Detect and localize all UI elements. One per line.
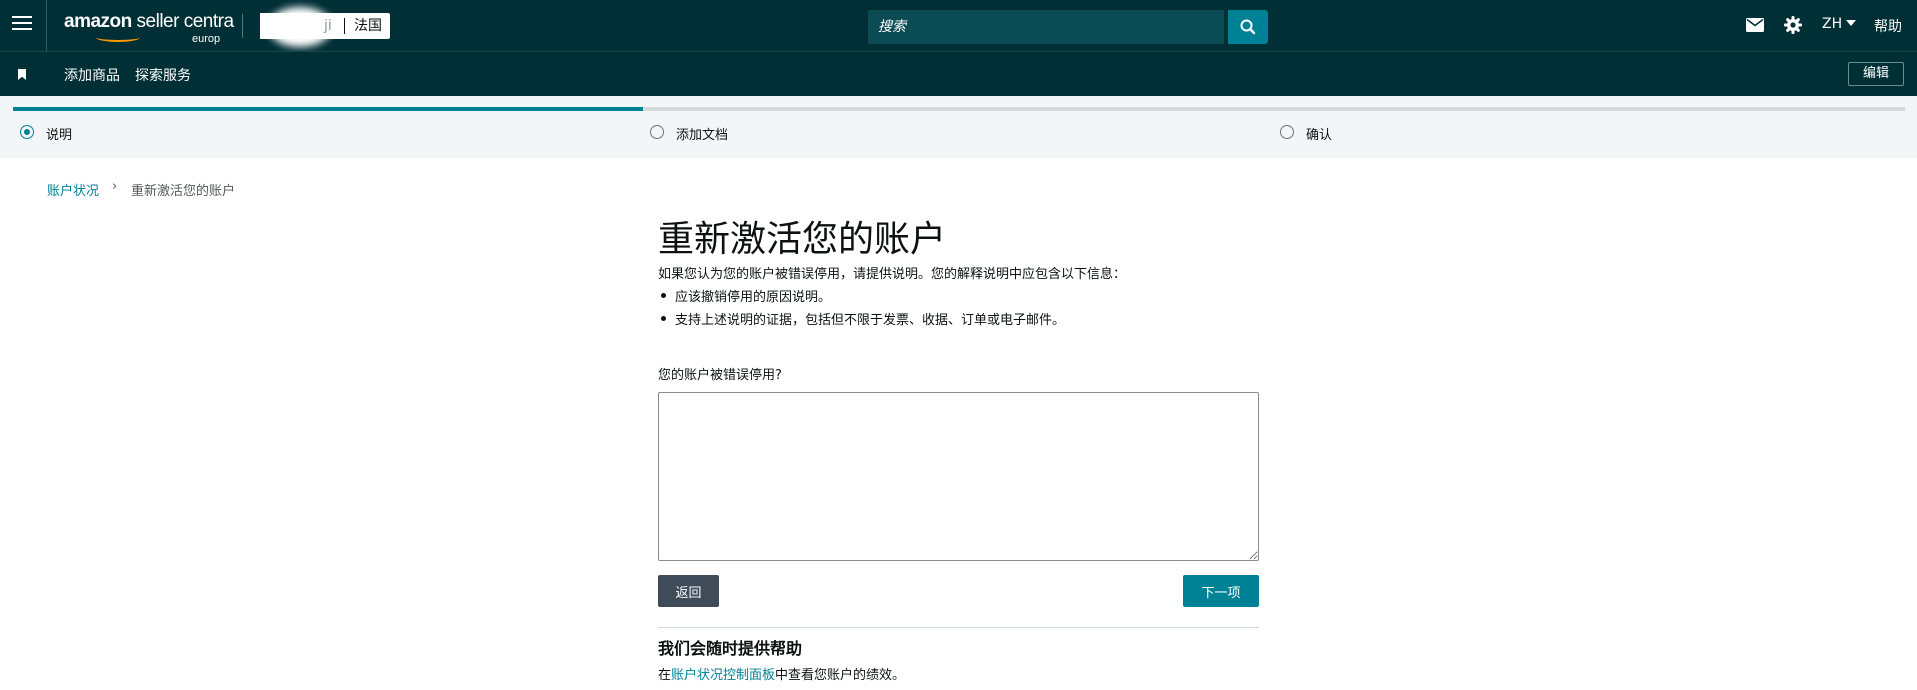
amazon-smile-icon — [96, 33, 140, 42]
intro-text: 如果您认为您的账户被错误停用，请提供说明。您的解释说明中应包含以下信息： — [658, 267, 1127, 282]
seller-central-logo[interactable]: amazon seller centra europ — [64, 11, 234, 45]
edit-nav-button[interactable]: 编辑 — [1848, 62, 1904, 86]
breadcrumb-current: 重新激活您的账户 — [131, 184, 236, 199]
section-divider — [658, 627, 1259, 628]
progress-stepper: 说明 添加文档 确认 — [0, 96, 1917, 158]
mail-icon — [1746, 18, 1764, 32]
step-radio-icon — [1280, 125, 1294, 139]
breadcrumb-account-health[interactable]: 账户状况 — [47, 180, 99, 199]
help-link[interactable]: 帮助 — [1874, 16, 1902, 36]
caret-down-icon — [1846, 20, 1857, 26]
nav-item-explore-services[interactable]: 探索服务 — [135, 65, 191, 85]
mail-button[interactable] — [1746, 18, 1764, 32]
explanation-textarea[interactable] — [658, 392, 1259, 561]
list-item: 应该撤销停用的原因说明。 — [658, 286, 1065, 309]
account-divider — [242, 14, 243, 38]
chevron-right-icon: › — [112, 179, 118, 194]
marketplace-label: 法国 — [354, 18, 382, 34]
bookmark-icon[interactable] — [18, 69, 26, 80]
step-radio-icon — [650, 125, 664, 139]
search-bar — [868, 10, 1268, 44]
nav-item-add-products[interactable]: 添加商品 — [64, 65, 120, 85]
settings-button[interactable] — [1784, 16, 1802, 34]
next-button[interactable]: 下一项 — [1183, 575, 1259, 607]
account-health-dashboard-link[interactable]: 账户状况控制面板 — [671, 668, 775, 683]
top-header: amazon seller centra europ ji 法国 搜索 ZH 帮… — [0, 0, 1917, 51]
gear-icon — [1784, 16, 1802, 34]
page-title: 重新激活您的账户 — [658, 219, 947, 260]
nav-bar: 添加商品 探索服务 编辑 — [0, 51, 1917, 97]
account-name-fragment: ji — [324, 18, 332, 34]
requirements-list: 应该撤销停用的原因说明。 支持上述说明的证据，包括但不限于发票、收据、订单或电子… — [658, 286, 1065, 332]
list-item: 支持上述说明的证据，包括但不限于发票、收据、订单或电子邮件。 — [658, 309, 1065, 332]
step-active-radio-icon — [20, 125, 34, 139]
menu-icon[interactable] — [12, 16, 32, 34]
search-button[interactable] — [1228, 10, 1268, 44]
account-switcher[interactable]: ji 法国 — [260, 13, 390, 39]
header-divider — [46, 0, 47, 51]
search-icon — [1240, 19, 1256, 35]
question-label: 您的账户被错误停用? — [658, 368, 782, 383]
back-button[interactable]: 返回 — [658, 575, 719, 607]
language-selector[interactable]: ZH — [1822, 16, 1857, 32]
progress-fill — [13, 107, 643, 111]
progress-track — [13, 107, 1905, 111]
help-section-text: 在账户状况控制面板中查看您账户的绩效。 — [658, 668, 906, 683]
help-section-title: 我们会随时提供帮助 — [658, 639, 803, 658]
search-input[interactable] — [868, 10, 1224, 44]
